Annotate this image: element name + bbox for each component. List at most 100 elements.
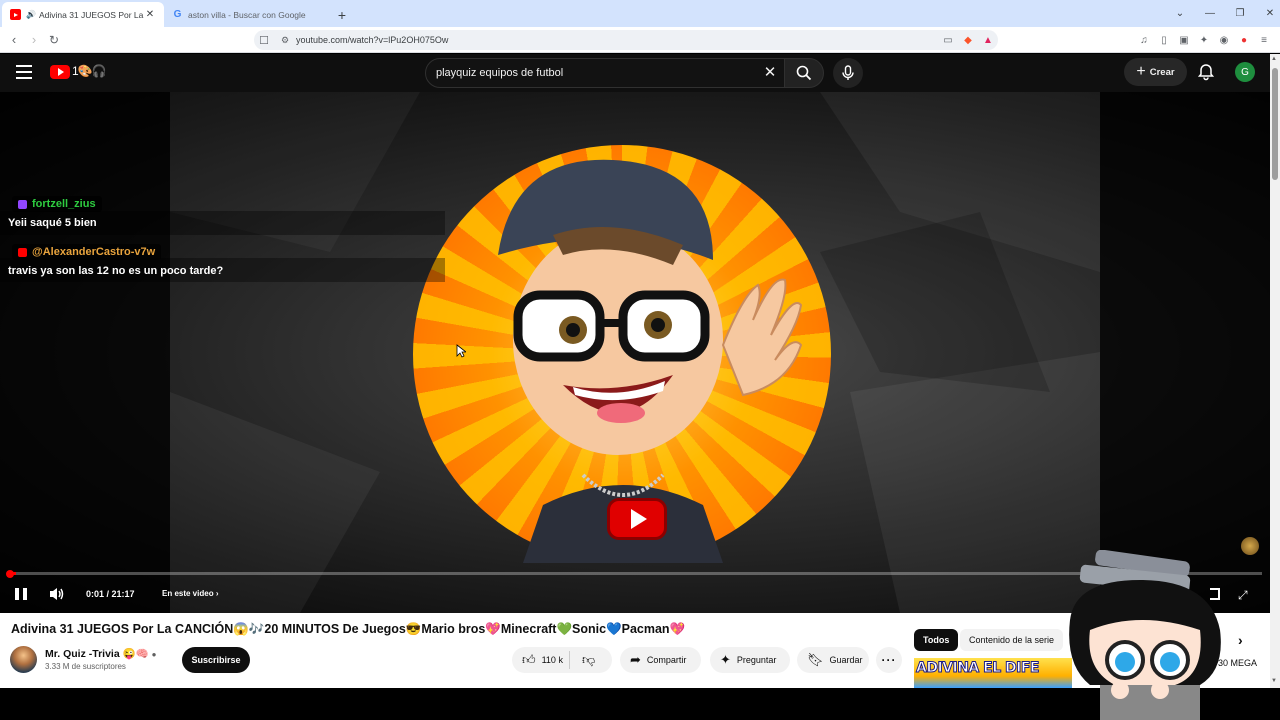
- minimize-icon[interactable]: —: [1195, 8, 1225, 19]
- extensions-bar: ♫ ▯ ▣ ✦ ◉ ● ≡: [1134, 27, 1274, 53]
- save-button[interactable]: 🔖︎ Guardar: [797, 647, 869, 673]
- tab-close-icon[interactable]: ✕: [144, 9, 156, 20]
- like-icon[interactable]: 👍︎: [522, 652, 536, 668]
- address-bar[interactable]: ☐ ⚙ youtube.com/watch?v=lPu2OH075Ow ▭ ◆ …: [254, 30, 998, 50]
- like-count[interactable]: 110 k: [542, 655, 563, 665]
- scrubber-handle[interactable]: [6, 570, 14, 578]
- profile-icon[interactable]: ●: [1234, 35, 1254, 46]
- url-text[interactable]: youtube.com/watch?v=lPu2OH075Ow: [296, 35, 938, 45]
- thumbnail-text: ADIVINA EL DIFE: [916, 660, 1040, 677]
- chapter-label: En este video: [162, 589, 214, 598]
- save-label: Guardar: [829, 655, 863, 665]
- back-icon[interactable]: ‹: [4, 32, 24, 47]
- bookmark-icon[interactable]: ☐: [254, 34, 274, 47]
- search-input[interactable]: playquiz equipos de futbol: [425, 58, 785, 88]
- channel-watermark[interactable]: [1241, 537, 1259, 555]
- search-button[interactable]: [784, 58, 824, 88]
- close-window-icon[interactable]: ✕: [1255, 8, 1280, 19]
- site-info-icon[interactable]: ⚙: [274, 35, 296, 46]
- forward-icon[interactable]: ›: [24, 32, 44, 47]
- chat-user-text: @AlexanderCastro-v7w: [32, 246, 156, 258]
- bookmark-icon: 🔖︎: [807, 652, 824, 667]
- vpn-icon[interactable]: ◉: [1214, 35, 1234, 46]
- tab-title: aston villa - Buscar con Google: [188, 9, 306, 20]
- tab-title: Adivina 31 JUEGOS Por La CA: [38, 9, 144, 20]
- chat-username: fortzell_zius: [12, 196, 102, 212]
- youtube-logo[interactable]: [50, 65, 70, 79]
- mouse-cursor-icon: [456, 344, 466, 358]
- pause-icon[interactable]: [15, 588, 27, 600]
- media-icon[interactable]: ♫: [1134, 35, 1154, 46]
- dislike-icon[interactable]: 👎︎: [582, 652, 595, 668]
- verified-icon: ●: [151, 650, 157, 659]
- account-avatar[interactable]: G: [1235, 62, 1255, 82]
- youtube-doodle-icon[interactable]: 1🎨🎧: [72, 64, 107, 78]
- youtube-icon: [18, 247, 27, 257]
- sidebar-icon[interactable]: ▯: [1154, 35, 1174, 46]
- sparkle-icon: ✦: [720, 652, 731, 667]
- chip-all[interactable]: Todos: [914, 629, 959, 651]
- wallet-icon[interactable]: ▣: [1174, 35, 1194, 46]
- share-button[interactable]: ➦ Compartir: [620, 647, 701, 673]
- twitch-icon: [18, 199, 27, 209]
- tab-youtube[interactable]: 🔊 Adivina 31 JUEGOS Por La CA ✕: [2, 2, 164, 27]
- subscribe-button[interactable]: Suscribirse: [182, 647, 250, 673]
- reload-icon[interactable]: ↻: [44, 33, 64, 47]
- rewards-icon[interactable]: ▲: [978, 35, 998, 46]
- extensions-icon[interactable]: ✦: [1194, 35, 1214, 46]
- window-controls: ⌄ — ❐ ✕: [1165, 0, 1280, 27]
- chip-series[interactable]: Contenido de la serie: [960, 629, 1064, 651]
- chips-next-icon[interactable]: ›: [1238, 632, 1243, 648]
- hamburger-menu-icon[interactable]: [16, 65, 32, 79]
- restore-icon[interactable]: ❐: [1225, 8, 1255, 19]
- chapter-button[interactable]: En este video ›: [162, 589, 218, 598]
- microphone-icon: [842, 65, 854, 80]
- youtube-favicon-icon: [10, 9, 21, 20]
- browser-toolbar: ‹ › ↻ ☐ ⚙ youtube.com/watch?v=lPu2OH075O…: [0, 27, 1280, 53]
- scrollbar-thumb[interactable]: [1272, 68, 1278, 180]
- chevron-right-icon: ›: [215, 589, 219, 598]
- ask-button[interactable]: ✦ Preguntar: [710, 647, 790, 673]
- page-scrollbar[interactable]: ▲ ▼: [1270, 54, 1280, 688]
- cast-icon[interactable]: ▭: [938, 35, 958, 46]
- plus-icon: +: [1136, 63, 1146, 80]
- search-query: playquiz equipos de futbol: [436, 67, 564, 79]
- chat-message: Yeii saqué 5 bien: [8, 217, 97, 229]
- menu-icon[interactable]: ≡: [1254, 35, 1274, 46]
- video-title: Adivina 31 JUEGOS Por La CANCIÓN😱🎶20 MIN…: [11, 622, 686, 636]
- streamer-avatar-overlay: [1069, 550, 1221, 720]
- create-button[interactable]: + Crear: [1124, 58, 1187, 86]
- audio-playing-icon[interactable]: 🔊: [26, 10, 36, 19]
- like-dislike-group: 👍︎ 110 k 👎︎: [512, 647, 612, 673]
- chat-user-text: fortzell_zius: [32, 198, 96, 210]
- clear-search-icon[interactable]: ✕: [760, 63, 780, 81]
- fullscreen-icon[interactable]: ⤢: [1238, 588, 1248, 603]
- brave-shield-icon[interactable]: ◆: [958, 35, 978, 46]
- play-logo-icon: [607, 498, 667, 540]
- youtube-header: 1🎨🎧 playquiz equipos de futbol ✕ + Crear …: [0, 54, 1270, 92]
- chat-username: @AlexanderCastro-v7w: [12, 244, 162, 260]
- notifications-bell-icon[interactable]: [1196, 62, 1216, 82]
- divider: [568, 651, 570, 669]
- share-icon: ➦: [630, 652, 641, 667]
- search-icon: [796, 65, 812, 81]
- share-label: Compartir: [646, 655, 687, 665]
- voice-search-button[interactable]: [833, 58, 863, 88]
- scroll-down-icon[interactable]: ▼: [1271, 678, 1277, 684]
- scroll-up-icon[interactable]: ▲: [1271, 56, 1277, 62]
- subscriber-count: 3.33 M de suscriptores: [45, 662, 126, 671]
- channel-name[interactable]: Mr. Quiz -Trivia 😜🧠 ●: [45, 647, 157, 660]
- new-tab-button[interactable]: +: [330, 2, 354, 27]
- ask-label: Preguntar: [736, 655, 777, 665]
- chat-message: travis ya son las 12 no es un poco tarde…: [8, 265, 224, 277]
- create-label: Crear: [1149, 66, 1175, 78]
- volume-icon[interactable]: [48, 586, 66, 602]
- more-actions-icon[interactable]: ···: [876, 647, 902, 673]
- tab-google[interactable]: G aston villa - Buscar con Google: [164, 2, 330, 27]
- time-display: 0:01 / 21:17: [86, 589, 135, 599]
- channel-name-text: Mr. Quiz -Trivia 😜🧠: [45, 648, 149, 660]
- tab-search-chevron-icon[interactable]: ⌄: [1165, 8, 1195, 19]
- related-video-thumbnail[interactable]: ADIVINA EL DIFE: [914, 658, 1072, 688]
- browser-tab-bar: 🔊 Adivina 31 JUEGOS Por La CA ✕ G aston …: [0, 0, 1280, 27]
- channel-avatar[interactable]: [10, 646, 37, 673]
